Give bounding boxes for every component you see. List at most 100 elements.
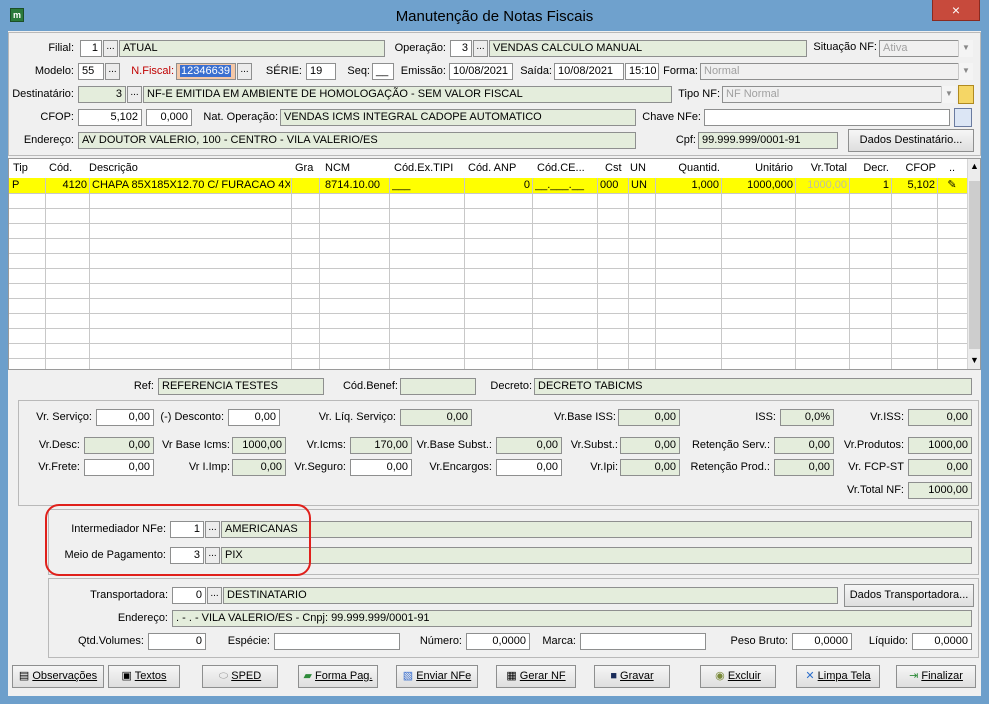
finalizar-button[interactable]: ⇥ Finalizar xyxy=(896,665,976,688)
gravar-button[interactable]: ■ Gravar xyxy=(594,665,670,688)
scroll-thumb[interactable] xyxy=(969,181,980,349)
grid-col-divider xyxy=(389,178,390,369)
scroll-up-icon[interactable]: ▲ xyxy=(970,161,979,171)
frete-input[interactable]: 0,00 xyxy=(84,459,154,476)
qtd-volumes-label: Qtd.Volumes: xyxy=(77,635,144,647)
search-nfe-icon[interactable] xyxy=(954,108,972,127)
cell-ce: __.___.__ xyxy=(535,179,584,191)
seguro-input[interactable]: 0,00 xyxy=(350,459,412,476)
numero-input[interactable]: 0,0000 xyxy=(466,633,530,650)
tiponf-select[interactable]: NF Normal xyxy=(722,86,956,103)
operacao-lookup-button[interactable]: ... xyxy=(473,40,488,57)
encargos-input[interactable]: 0,00 xyxy=(496,459,562,476)
cfop-input[interactable]: 5,102 xyxy=(78,109,142,126)
marca-label: Marca: xyxy=(542,635,576,647)
col-header-un[interactable]: UN xyxy=(630,159,652,178)
col-header-extipi[interactable]: Cód.Ex.TIPI xyxy=(394,159,464,178)
especie-input[interactable] xyxy=(274,633,400,650)
qtd-volumes-input[interactable]: 0 xyxy=(148,633,206,650)
col-header-descricao[interactable]: Descrição xyxy=(89,159,269,178)
transportadora-lookup-button[interactable]: ... xyxy=(207,587,222,604)
fcp-value: 0,00 xyxy=(908,459,972,476)
gerar-nf-button[interactable]: ▦ Gerar NF xyxy=(496,665,576,688)
cell-extipi: ___ xyxy=(392,179,411,191)
col-header-cod[interactable]: Cód. xyxy=(49,159,89,178)
modelo-lookup-button[interactable]: ... xyxy=(105,63,120,80)
seq-input[interactable]: __ xyxy=(372,63,394,80)
col-header-anp[interactable]: Cód. ANP xyxy=(468,159,528,178)
items-grid[interactable]: Tip Cód. Descrição Gra NCM Cód.Ex.TIPI C… xyxy=(8,158,981,370)
key-icon[interactable] xyxy=(958,85,974,104)
peso-bruto-input[interactable]: 0,0000 xyxy=(792,633,852,650)
filial-code-input[interactable]: 1 xyxy=(80,40,102,57)
operacao-code-input[interactable]: 3 xyxy=(450,40,472,57)
vr-servico-input[interactable]: 0,00 xyxy=(96,409,154,426)
col-header-gra[interactable]: Gra xyxy=(295,159,325,178)
forma-pag-button[interactable]: ▰ Forma Pag. xyxy=(298,665,378,688)
grid-col-divider xyxy=(795,178,796,369)
base-iss-value: 0,00 xyxy=(618,409,680,426)
forma-label: Forma: xyxy=(663,65,698,77)
transportadora-code-input[interactable]: 0 xyxy=(172,587,206,604)
saida-date-input[interactable]: 10/08/2021 xyxy=(554,63,624,80)
enviar-nfe-button[interactable]: ▧ Enviar NFe xyxy=(396,665,478,688)
liq-servico-value: 0,00 xyxy=(400,409,472,426)
grid-col-divider xyxy=(45,178,46,369)
liquido-input[interactable]: 0,0000 xyxy=(912,633,972,650)
chave-nfe-input[interactable] xyxy=(704,109,950,126)
decreto-label: Decreto: xyxy=(490,380,532,392)
destinatario-code-input[interactable]: 3 xyxy=(78,86,126,103)
situacao-dropdown-arrow-icon[interactable]: ▼ xyxy=(958,40,973,57)
col-header-tip[interactable]: Tip xyxy=(13,159,43,178)
forma-select[interactable]: Normal xyxy=(700,63,973,80)
col-header-more[interactable]: .. xyxy=(949,159,963,178)
gerar-nf-label: Gerar NF xyxy=(519,670,566,682)
col-header-vrtotal[interactable]: Vr.Total xyxy=(795,159,847,178)
desconto-input[interactable]: 0,00 xyxy=(228,409,280,426)
col-header-ncm[interactable]: NCM xyxy=(325,159,385,178)
col-header-cst[interactable]: Cst xyxy=(605,159,627,178)
tiponf-dropdown-arrow-icon[interactable]: ▼ xyxy=(941,86,956,103)
marca-input[interactable] xyxy=(580,633,706,650)
serie-input[interactable]: 19 xyxy=(306,63,336,80)
sped-button[interactable]: ⬭ SPED xyxy=(202,665,278,688)
ipi-value: 0,00 xyxy=(620,459,680,476)
excluir-button[interactable]: ◉ Excluir xyxy=(700,665,776,688)
send-icon: ▧ xyxy=(402,670,417,682)
col-header-quantid[interactable]: Quantid. xyxy=(664,159,720,178)
generate-icon: ▦ xyxy=(506,670,520,682)
dados-transportadora-button[interactable]: Dados Transportadora... xyxy=(844,584,974,607)
cpf-value: 99.999.999/0001-91 xyxy=(698,132,838,149)
emissao-input[interactable]: 10/08/2021 xyxy=(449,63,513,80)
limpa-tela-button[interactable]: ✕ Limpa Tela xyxy=(796,665,880,688)
destinatario-lookup-button[interactable]: ... xyxy=(127,86,142,103)
delete-icon: ◉ xyxy=(715,670,728,682)
nfiscal-input[interactable]: 12346639 xyxy=(176,63,236,80)
textos-button[interactable]: ▣ Textos xyxy=(108,665,180,688)
finish-icon: ⇥ xyxy=(909,670,922,682)
pencil-icon[interactable]: ✎ xyxy=(940,178,964,193)
ret-serv-label: Retenção Serv.: xyxy=(691,439,770,451)
nfiscal-lookup-button[interactable]: ... xyxy=(237,63,252,80)
cfop-extra-input[interactable]: 0,000 xyxy=(146,109,192,126)
grid-scrollbar[interactable]: ▲ ▼ xyxy=(967,159,980,369)
grid-row-divider xyxy=(9,253,967,254)
grid-row-divider xyxy=(9,223,967,224)
grid-col-divider xyxy=(655,178,656,369)
ipi-label: Vr.Ipi: xyxy=(590,461,618,473)
col-header-decr[interactable]: Decr. xyxy=(849,159,889,178)
col-header-ce[interactable]: Cód.CE... xyxy=(537,159,597,178)
nfiscal-selected-text: 12346639 xyxy=(180,65,231,77)
filial-lookup-button[interactable]: ... xyxy=(103,40,118,57)
transportadora-label: Transportadora: xyxy=(90,589,168,601)
forma-dropdown-arrow-icon[interactable]: ▼ xyxy=(958,63,973,80)
saida-time-input[interactable]: 15:10 xyxy=(625,63,659,80)
observacoes-button[interactable]: ▤ Observações xyxy=(12,665,104,688)
close-button[interactable]: × xyxy=(932,0,980,21)
grid-col-divider xyxy=(89,178,90,369)
col-header-unitario[interactable]: Unitário xyxy=(729,159,793,178)
scroll-down-icon[interactable]: ▼ xyxy=(970,355,979,365)
dados-destinatario-button[interactable]: Dados Destinatário... xyxy=(848,129,974,152)
modelo-input[interactable]: 55 xyxy=(78,63,104,80)
col-header-cfop[interactable]: CFOP xyxy=(892,159,936,178)
